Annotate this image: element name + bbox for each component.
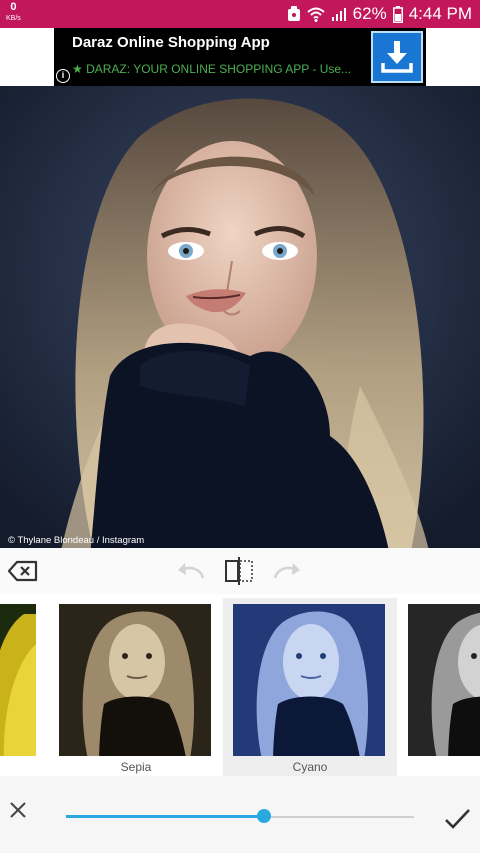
ad-banner[interactable]: Daraz Online Shopping App ★ DARAZ: YOUR … — [54, 28, 426, 86]
network-speed-value: 0 — [10, 1, 17, 13]
filter-thumbnail — [233, 604, 385, 756]
filter-label-bw: B — [398, 760, 480, 774]
undo-icon[interactable] — [174, 556, 208, 586]
erase-icon[interactable] — [6, 556, 40, 586]
redo-icon[interactable] — [270, 556, 304, 586]
close-icon[interactable] — [6, 798, 30, 822]
compare-icon[interactable] — [222, 556, 256, 586]
photo-preview[interactable]: © Thylane Blondeau / Instagram — [0, 86, 480, 548]
confirm-check-icon[interactable] — [442, 804, 472, 834]
ad-banner-area: Daraz Online Shopping App ★ DARAZ: YOUR … — [0, 28, 480, 86]
filter-label-sepia: Sepia — [120, 760, 152, 774]
photo-caption: © Thylane Blondeau / Instagram — [8, 535, 145, 546]
status-bar: 0 KB/s 62% 4:44 PM — [0, 0, 480, 28]
filter-item-cyano[interactable]: Cyano — [223, 598, 397, 776]
ad-info-icon[interactable]: i — [56, 69, 70, 83]
battery-icon — [392, 5, 403, 23]
wifi-icon — [306, 6, 325, 22]
ad-subtitle: ★ DARAZ: YOUR ONLINE SHOPPING APP - Use.… — [72, 62, 352, 76]
slider-thumb[interactable] — [257, 809, 272, 823]
filter-item-sepia[interactable]: Sepia — [49, 598, 223, 776]
edit-toolbar — [0, 548, 480, 594]
filter-thumbnail — [59, 604, 211, 756]
battery-percent: 62% — [352, 4, 387, 23]
app-notification-icon — [287, 6, 301, 22]
filter-thumbnail — [0, 604, 36, 756]
slider-fill — [66, 815, 265, 818]
filter-item[interactable] — [0, 598, 48, 776]
clock: 4:44 PM — [408, 4, 472, 23]
network-speed-unit: KB/s — [6, 15, 21, 22]
download-icon[interactable] — [371, 31, 423, 83]
filter-item-bw[interactable]: B — [398, 598, 480, 776]
filter-strip[interactable]: Sepia Cyano B — [0, 594, 480, 776]
adjust-bar — [0, 776, 480, 853]
status-icons: 62% 4:44 PM — [287, 3, 472, 25]
filter-thumbnail — [408, 604, 480, 756]
filter-label-cyano: Cyano — [292, 760, 328, 774]
intensity-slider[interactable] — [66, 809, 414, 823]
portrait-image — [0, 86, 480, 548]
signal-icon — [331, 6, 347, 22]
ad-title: Daraz Online Shopping App — [72, 34, 270, 51]
network-speed: 0 KB/s — [6, 2, 21, 24]
